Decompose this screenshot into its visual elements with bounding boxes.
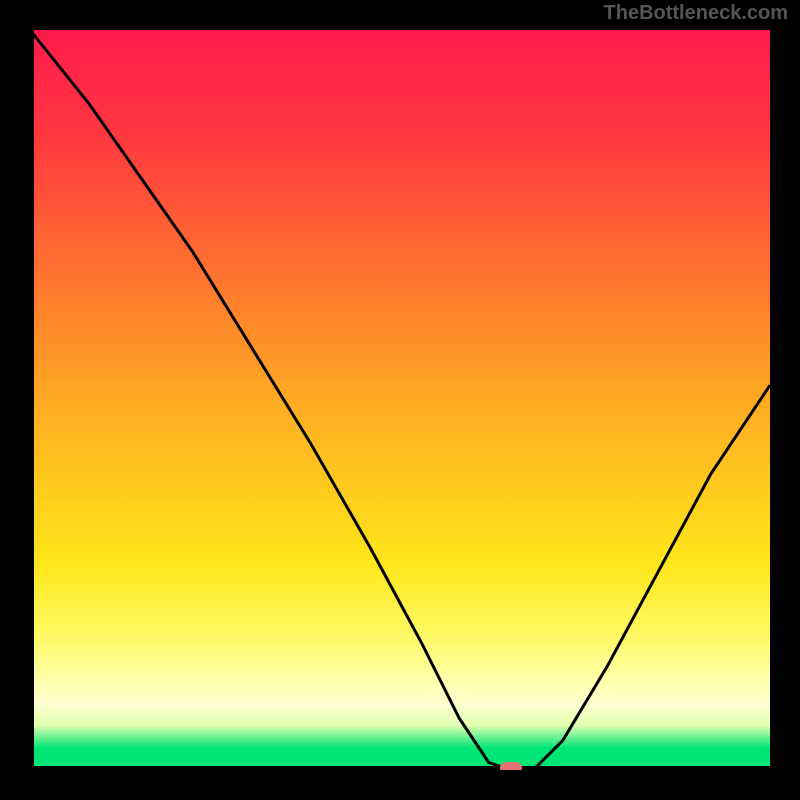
optimal-point-marker <box>500 762 522 770</box>
axis-lines <box>32 30 770 768</box>
chart-svg <box>30 30 770 770</box>
bottleneck-curve <box>30 30 770 770</box>
chart-area <box>30 30 770 770</box>
watermark-text: TheBottleneck.com <box>604 2 788 25</box>
